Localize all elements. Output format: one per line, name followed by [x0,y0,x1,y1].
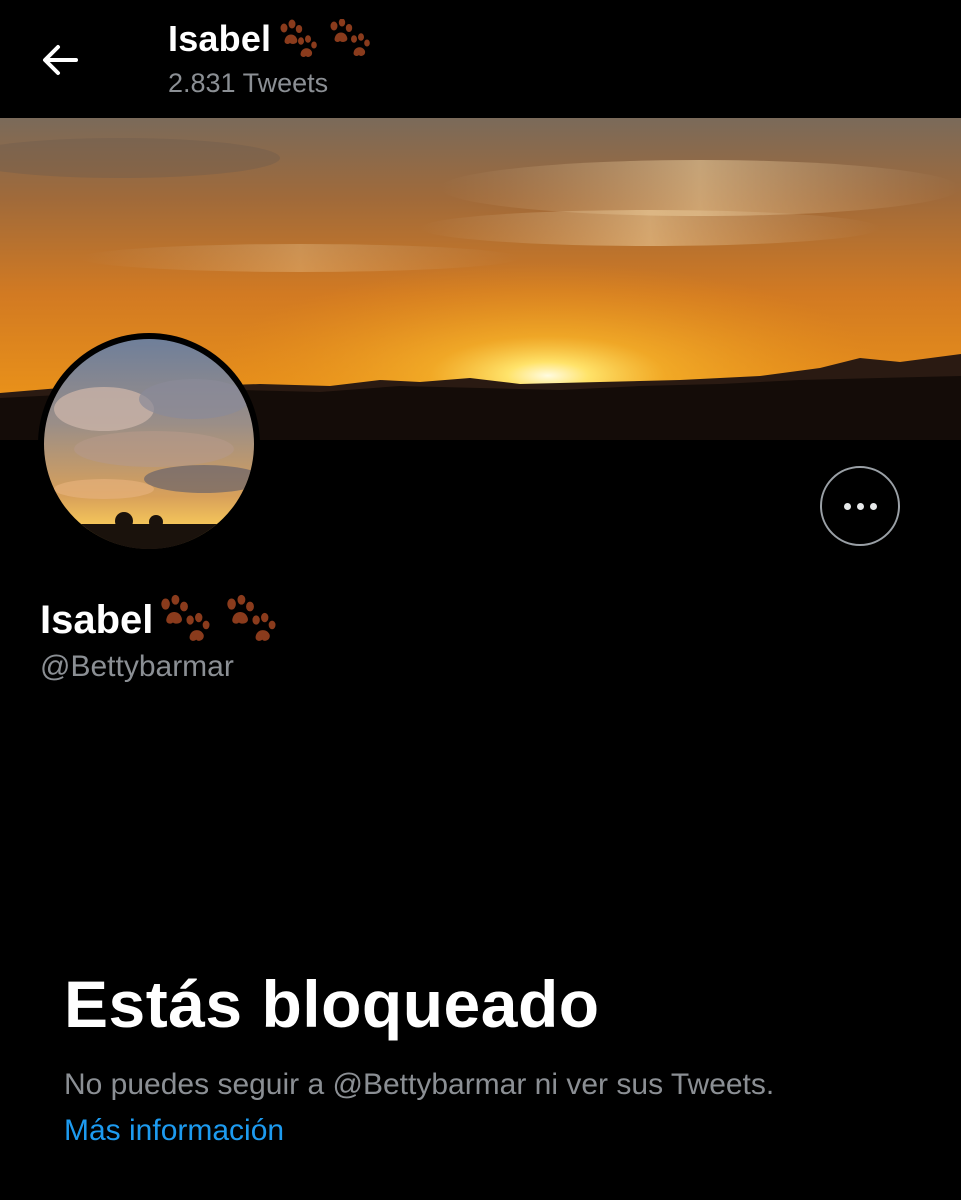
more-info-link[interactable]: Más información [64,1114,284,1148]
paw-prints-icon [157,594,277,646]
back-button[interactable] [34,34,86,86]
more-horizontal-icon [843,502,877,510]
profile-name: Isabel [40,597,154,642]
blocked-description: No puedes seguir a @Bettybarmar ni ver s… [64,1068,775,1101]
blocked-title: Estás bloqueado [64,967,600,1041]
header-title: Isabel [168,16,371,62]
profile-handle: @Bettybarmar [40,650,234,683]
profile-name-row: Isabel [40,594,277,646]
tweet-count: 2.831 Tweets [168,68,329,98]
avatar[interactable] [38,333,260,555]
profile-page: Isabel 2.831 Tweets Isabel @Bettybarmar … [0,0,961,1200]
paw-prints-icon [277,19,371,59]
more-options-button[interactable] [820,466,900,546]
top-bar: Isabel 2.831 Tweets [0,0,961,118]
avatar-image [44,339,254,549]
header-name: Isabel [168,18,272,59]
arrow-left-icon [43,45,78,75]
